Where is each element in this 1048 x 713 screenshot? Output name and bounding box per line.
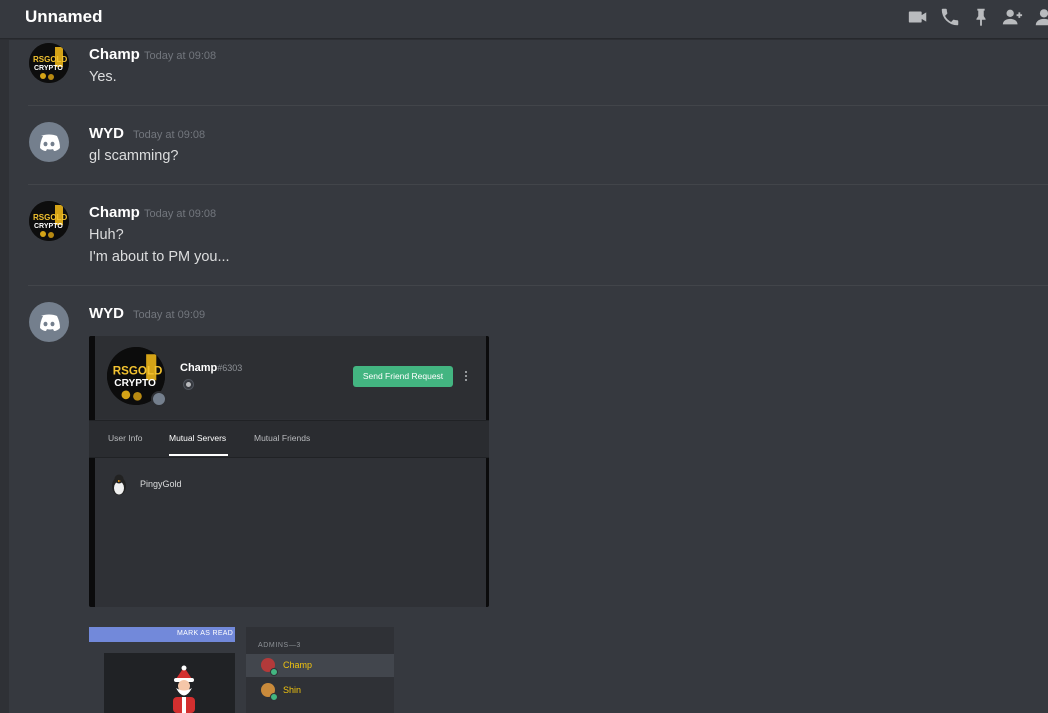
svg-text:RSGOLD: RSGOLD (33, 55, 67, 64)
image-gap (235, 627, 246, 713)
message: RSGOLD CRYPTO Champ Today at 09:08 Yes. (9, 40, 1048, 106)
member-row[interactable]: Champ (246, 654, 394, 677)
message-text: gl scamming? (89, 148, 179, 164)
svg-text:CRYPTO: CRYPTO (114, 378, 156, 389)
svg-text:CRYPTO: CRYPTO (34, 223, 63, 230)
svg-text:CRYPTO: CRYPTO (34, 65, 63, 72)
member-list-icon[interactable] (1033, 6, 1048, 28)
avatar[interactable]: RSGOLD CRYPTO (29, 201, 69, 241)
member-list-panel: ADMINS—3 Champ Shin (246, 627, 394, 713)
message-timestamp: Today at 09:08 (144, 50, 217, 62)
tab-mutual-servers[interactable]: Mutual Servers (169, 433, 226, 443)
penguin-icon (112, 474, 126, 495)
channel-title: Unnamed (25, 7, 103, 26)
scroll-gutter (0, 40, 9, 713)
new-messages-bar: MARK AS READ (89, 627, 235, 642)
message-text: I'm about to PM you... (89, 249, 230, 265)
rsgold-crypto-avatar: RSGOLD CRYPTO (29, 201, 69, 241)
status-indicator (151, 391, 167, 407)
profile-name: Champ#6303 (180, 362, 242, 374)
member-row[interactable]: Shin (246, 679, 394, 702)
message-timestamp: Today at 09:08 (144, 208, 217, 220)
tab-mutual-friends[interactable]: Mutual Friends (254, 433, 310, 443)
message-text: Huh? (89, 227, 124, 243)
message-author[interactable]: Champ (89, 46, 140, 63)
profile-username: Champ (180, 362, 218, 374)
message-author[interactable]: Champ (89, 204, 140, 221)
message-timestamp: Today at 09:09 (133, 309, 206, 321)
chat-header: Unnamed (0, 0, 1048, 39)
active-tab-indicator (169, 454, 228, 456)
discord-logo-icon (40, 134, 60, 151)
avatar[interactable]: RSGOLD CRYPTO (29, 43, 69, 83)
mark-as-read-button[interactable]: MARK AS READ (177, 630, 233, 637)
online-status-icon (270, 693, 278, 701)
message: WYD Today at 09:08 gl scamming? (9, 106, 1048, 185)
image-border (486, 336, 489, 607)
profile-discriminator: #6303 (217, 363, 243, 373)
profile-tabs: User Info Mutual Servers Mutual Friends (89, 420, 489, 458)
badge-icon (183, 379, 194, 390)
member-list-screenshot-attachment[interactable]: MARK AS READ ADMINS—3 Champ Shin (89, 627, 394, 713)
more-options-icon[interactable] (463, 369, 469, 383)
member-section-header: ADMINS—3 (258, 642, 301, 649)
message-author[interactable]: WYD (89, 125, 124, 142)
message-timestamp: Today at 09:08 (133, 129, 206, 141)
member-name: Shin (283, 685, 302, 695)
tab-user-info[interactable]: User Info (108, 433, 143, 443)
send-friend-request-button[interactable]: Send Friend Request (353, 366, 453, 387)
svg-text:RSGOLD: RSGOLD (33, 213, 67, 222)
message-text: Yes. (89, 69, 117, 85)
santa-icon (173, 665, 195, 713)
video-call-icon[interactable] (907, 6, 929, 28)
server-icon[interactable] (107, 472, 131, 496)
avatar[interactable] (29, 302, 69, 342)
pin-icon[interactable] (970, 6, 992, 28)
rsgold-crypto-avatar: RSGOLD CRYPTO (29, 43, 69, 83)
discord-logo-icon (40, 314, 60, 331)
mutual-server-name[interactable]: PingyGold (140, 479, 182, 489)
message: RSGOLD CRYPTO Champ Today at 09:08 Huh? … (9, 185, 1048, 285)
message-author[interactable]: WYD (89, 305, 124, 322)
member-name: Champ (283, 660, 313, 670)
add-friend-icon[interactable] (1001, 6, 1023, 28)
voice-call-icon[interactable] (939, 6, 961, 28)
online-status-icon (270, 668, 278, 676)
avatar[interactable] (29, 122, 69, 162)
svg-text:RSGOLD: RSGOLD (113, 365, 163, 378)
profile-screenshot-attachment[interactable]: RSGOLD CRYPTO Champ#6303 Send Friend Req… (89, 336, 489, 607)
image-border (89, 336, 95, 607)
